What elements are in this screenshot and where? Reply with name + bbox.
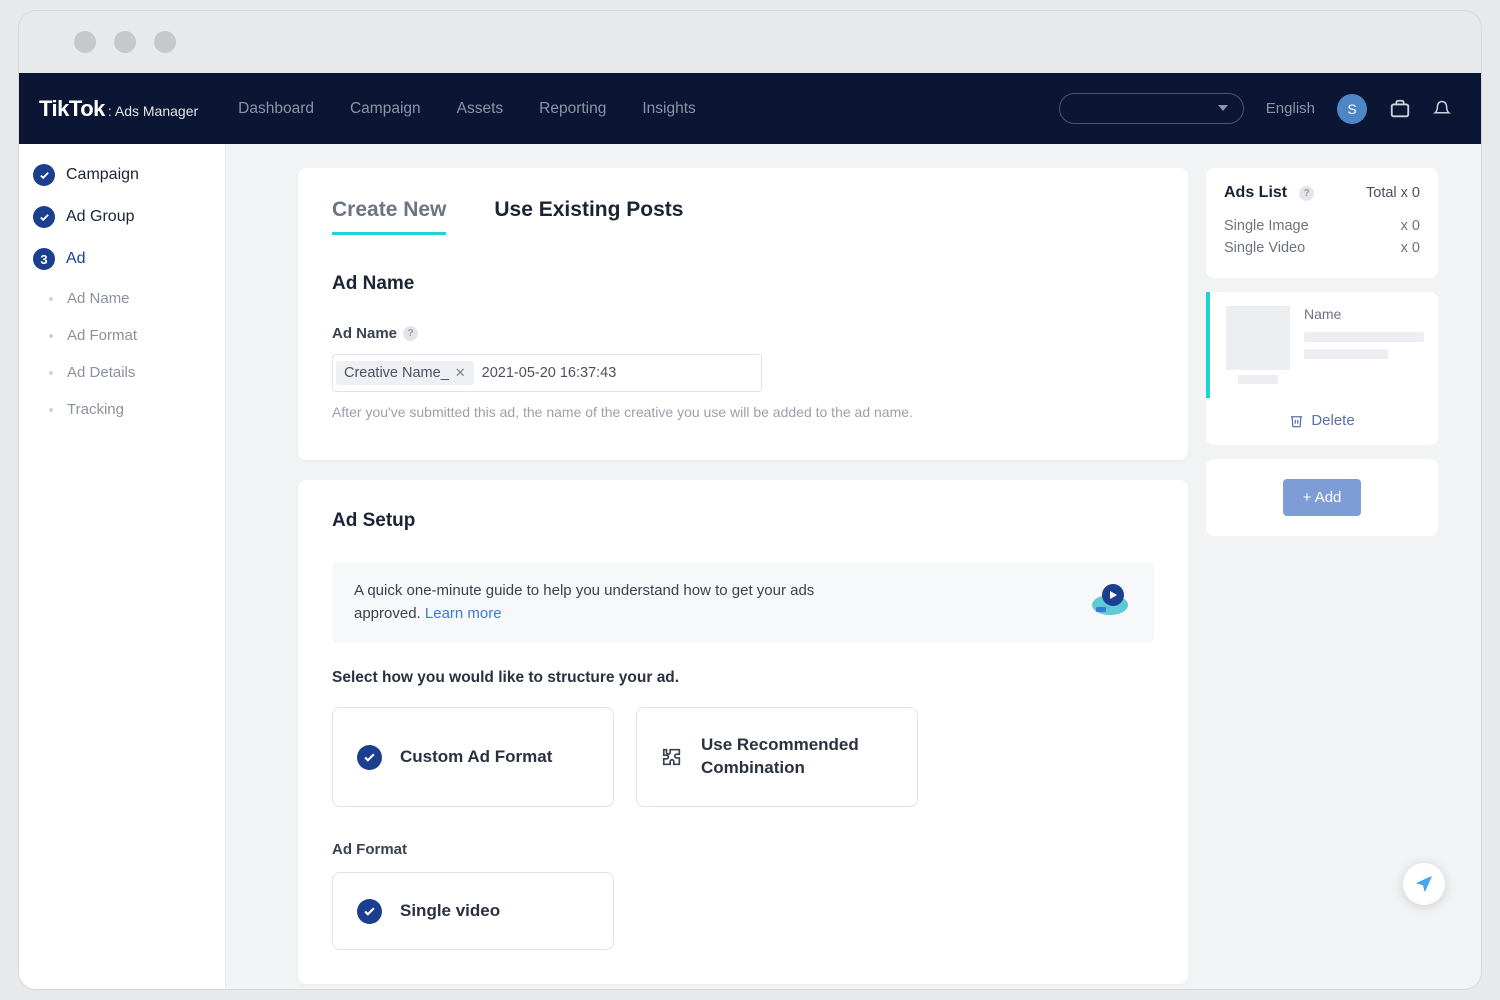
structure-prompt: Select how you would like to structure y… xyxy=(332,669,1154,687)
list-row: Single Image x 0 xyxy=(1224,218,1420,234)
guide-video-icon[interactable] xyxy=(1088,583,1132,622)
add-card: + Add xyxy=(1206,459,1438,536)
sidebar-step-label: Campaign xyxy=(66,166,139,184)
sidebar-sub-label: Ad Name xyxy=(67,290,130,307)
step-sidebar: Campaign Ad Group 3 Ad Ad Name Ad Format… xyxy=(19,144,226,989)
ads-list-total: Total x 0 xyxy=(1366,185,1420,201)
option-custom-format[interactable]: Custom Ad Format xyxy=(332,707,614,807)
nav-reporting[interactable]: Reporting xyxy=(539,100,606,118)
ad-preview-card: Name Delete xyxy=(1206,292,1438,445)
sidebar-step-campaign[interactable]: Campaign xyxy=(19,154,225,196)
window-dot xyxy=(154,31,176,53)
option-label: Use Recommended Combination xyxy=(701,734,893,780)
sidebar-step-ad[interactable]: 3 Ad xyxy=(19,238,225,280)
option-label: Custom Ad Format xyxy=(400,747,552,767)
preview-caption-skeleton xyxy=(1238,375,1278,384)
sidebar-sub-label: Ad Format xyxy=(67,327,137,344)
app-header: TikTok : Ads Manager Dashboard Campaign … xyxy=(19,73,1481,144)
preview-name-label: Name xyxy=(1304,306,1424,322)
logo-sub: : Ads Manager xyxy=(108,103,198,119)
nav-dashboard[interactable]: Dashboard xyxy=(238,100,314,118)
ad-name-hint: After you've submitted this ad, the name… xyxy=(332,404,1154,420)
ad-name-input[interactable]: Creative Name_ ✕ xyxy=(332,354,762,392)
sidebar-sub-tracking[interactable]: Tracking xyxy=(19,391,225,428)
step-number-icon: 3 xyxy=(33,248,55,270)
ads-list-title: Ads List xyxy=(1224,184,1287,202)
language-select[interactable]: English xyxy=(1266,100,1315,117)
tag-text: Creative Name_ xyxy=(344,365,449,381)
puzzle-icon xyxy=(661,746,683,768)
bell-icon[interactable] xyxy=(1433,98,1451,120)
logo: TikTok : Ads Manager xyxy=(39,96,198,122)
list-row-label: Single Image xyxy=(1224,218,1309,234)
nav-insights[interactable]: Insights xyxy=(642,100,695,118)
sidebar-sub-addetails[interactable]: Ad Details xyxy=(19,354,225,391)
window-dot xyxy=(74,31,96,53)
logo-main: TikTok xyxy=(39,96,105,122)
ad-setup-card: Ad Setup A quick one-minute guide to hel… xyxy=(298,480,1188,984)
sidebar-sub-adname[interactable]: Ad Name xyxy=(19,280,225,317)
guide-text: A quick one-minute guide to help you und… xyxy=(354,580,834,625)
sidebar-step-adgroup[interactable]: Ad Group xyxy=(19,196,225,238)
sidebar-step-label: Ad Group xyxy=(66,208,134,226)
trash-icon xyxy=(1289,413,1304,428)
option-label: Single video xyxy=(400,901,500,921)
avatar-initial: S xyxy=(1347,101,1356,117)
nav-assets[interactable]: Assets xyxy=(457,100,504,118)
preview-thumbnail xyxy=(1226,306,1290,370)
tab-create-new[interactable]: Create New xyxy=(332,198,446,235)
nav-campaign[interactable]: Campaign xyxy=(350,100,421,118)
help-floating-button[interactable] xyxy=(1403,863,1445,905)
check-icon xyxy=(33,206,55,228)
close-icon[interactable]: ✕ xyxy=(455,365,466,381)
window-dot xyxy=(114,31,136,53)
check-icon xyxy=(357,899,382,924)
account-dropdown[interactable] xyxy=(1059,93,1244,124)
option-recommended[interactable]: Use Recommended Combination xyxy=(636,707,918,807)
delete-button[interactable]: Delete xyxy=(1206,412,1438,429)
list-row: Single Video x 0 xyxy=(1224,240,1420,256)
add-button[interactable]: + Add xyxy=(1283,479,1362,516)
check-icon xyxy=(33,164,55,186)
sidebar-sub-label: Tracking xyxy=(67,401,124,418)
sidebar-sub-label: Ad Details xyxy=(67,364,135,381)
browser-titlebar xyxy=(19,11,1481,73)
help-icon[interactable]: ? xyxy=(403,326,418,341)
list-row-count: x 0 xyxy=(1401,240,1420,256)
ad-name-text-input[interactable] xyxy=(474,365,758,381)
sidebar-sub-adformat[interactable]: Ad Format xyxy=(19,317,225,354)
sidebar-step-label: Ad xyxy=(66,250,86,268)
ad-name-tag: Creative Name_ ✕ xyxy=(336,361,474,385)
section-title-adname: Ad Name xyxy=(332,273,1154,295)
tab-use-existing[interactable]: Use Existing Posts xyxy=(494,198,683,235)
ad-name-card: Create New Use Existing Posts Ad Name Ad… xyxy=(298,168,1188,460)
skeleton-line xyxy=(1304,349,1388,359)
ad-format-label: Ad Format xyxy=(332,841,1154,858)
check-icon xyxy=(357,745,382,770)
paper-plane-icon xyxy=(1414,874,1434,894)
briefcase-icon[interactable] xyxy=(1389,98,1411,120)
help-icon[interactable]: ? xyxy=(1299,186,1314,201)
avatar[interactable]: S xyxy=(1337,94,1367,124)
section-title-adsetup: Ad Setup xyxy=(332,510,1154,532)
learn-more-link[interactable]: Learn more xyxy=(425,605,502,622)
skeleton-line xyxy=(1304,332,1424,342)
guide-text-body: A quick one-minute guide to help you und… xyxy=(354,582,814,622)
ads-list-card: Ads List ? Total x 0 Single Image x 0 Si… xyxy=(1206,168,1438,278)
field-label-text: Ad Name xyxy=(332,325,397,342)
field-label-adname: Ad Name ? xyxy=(332,325,1154,342)
list-row-label: Single Video xyxy=(1224,240,1305,256)
option-single-video[interactable]: Single video xyxy=(332,872,614,950)
list-row-count: x 0 xyxy=(1401,218,1420,234)
delete-label: Delete xyxy=(1311,412,1354,429)
top-nav: Dashboard Campaign Assets Reporting Insi… xyxy=(238,100,696,118)
approval-guide: A quick one-minute guide to help you und… xyxy=(332,562,1154,643)
